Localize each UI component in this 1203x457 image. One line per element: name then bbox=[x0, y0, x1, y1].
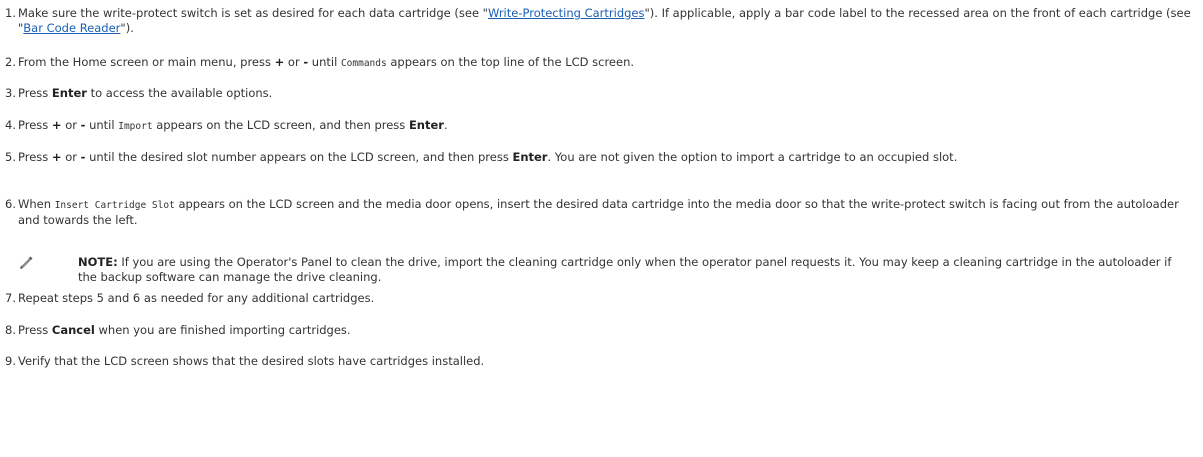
step-text-part: appears on the LCD screen, and then pres… bbox=[152, 118, 409, 132]
step-text-part: or bbox=[61, 118, 81, 132]
pencil-icon bbox=[18, 255, 34, 271]
step-text-part: . bbox=[443, 118, 448, 132]
step-text-part: to access the available options. bbox=[86, 86, 273, 100]
step-text: When Insert Cartridge Slot appears on th… bbox=[18, 197, 1198, 228]
step-number: 1. bbox=[5, 6, 16, 20]
note-label: NOTE: bbox=[78, 255, 118, 269]
step-text: Press Cancel when you are finished impor… bbox=[18, 323, 1198, 338]
step-text-part: Press bbox=[18, 86, 52, 100]
step-text-part: or bbox=[61, 150, 81, 164]
step-text: Press Enter to access the available opti… bbox=[18, 86, 1198, 101]
step-number: 2. bbox=[5, 55, 16, 69]
plus-key: + bbox=[274, 55, 285, 69]
lcd-text-import: Import bbox=[118, 121, 153, 132]
step-text-part: Press bbox=[18, 323, 52, 337]
step-text-part: Press bbox=[18, 118, 52, 132]
note-text: NOTE: If you are using the Operator's Pa… bbox=[78, 255, 1188, 285]
cancel-key: Cancel bbox=[51, 323, 95, 337]
bar-code-reader-link[interactable]: Bar Code Reader bbox=[23, 21, 120, 35]
step-text: Make sure the write-protect switch is se… bbox=[18, 6, 1198, 36]
step-text-part: When bbox=[18, 197, 55, 211]
lcd-text-insert-cartridge-slot: Insert Cartridge Slot bbox=[54, 200, 175, 211]
step-number: 4. bbox=[5, 118, 16, 132]
pencil-icon-graphic bbox=[20, 256, 33, 269]
step-text: Press + or - until Import appears on the… bbox=[18, 118, 1198, 134]
enter-key: Enter bbox=[51, 86, 87, 100]
step-text: From the Home screen or main menu, press… bbox=[18, 55, 1198, 71]
enter-key: Enter bbox=[512, 150, 548, 164]
step-number: 7. bbox=[5, 291, 16, 305]
step-text-part: Press bbox=[18, 150, 52, 164]
step-text-part: or bbox=[284, 55, 304, 69]
plus-key: + bbox=[51, 118, 62, 132]
step-number: 9. bbox=[5, 354, 16, 368]
step-number: 6. bbox=[5, 197, 16, 211]
step-text-part: until bbox=[308, 55, 341, 69]
step-text: Repeat steps 5 and 6 as needed for any a… bbox=[18, 291, 375, 305]
plus-key: + bbox=[51, 150, 62, 164]
step-text-part: . You are not given the option to import… bbox=[547, 150, 958, 164]
step-text-part: when you are finished importing cartridg… bbox=[94, 323, 351, 337]
step-number: 8. bbox=[5, 323, 16, 337]
step-text-part: "). bbox=[120, 21, 134, 35]
step-text-part: until the desired slot number appears on… bbox=[85, 150, 513, 164]
step-text-part: appears on the LCD screen and the media … bbox=[18, 197, 1179, 227]
step-text-part: From the Home screen or main menu, press bbox=[18, 55, 275, 69]
step-text-part: Make sure the write-protect switch is se… bbox=[18, 6, 488, 20]
step-number: 5. bbox=[5, 150, 16, 164]
step-text: Verify that the LCD screen shows that th… bbox=[18, 354, 485, 368]
procedure-steps: 1. Make sure the write-protect switch is… bbox=[0, 0, 1203, 457]
step-text-part: appears on the top line of the LCD scree… bbox=[386, 55, 635, 69]
write-protecting-cartridges-link[interactable]: Write-Protecting Cartridges bbox=[488, 6, 645, 20]
step-text-part: until bbox=[85, 118, 119, 132]
enter-key: Enter bbox=[408, 118, 444, 132]
lcd-text-commands: Commands bbox=[340, 58, 387, 69]
step-text: Press + or - until the desired slot numb… bbox=[18, 150, 1198, 165]
step-number: 3. bbox=[5, 86, 16, 100]
note-body: If you are using the Operator's Panel to… bbox=[78, 255, 1172, 284]
